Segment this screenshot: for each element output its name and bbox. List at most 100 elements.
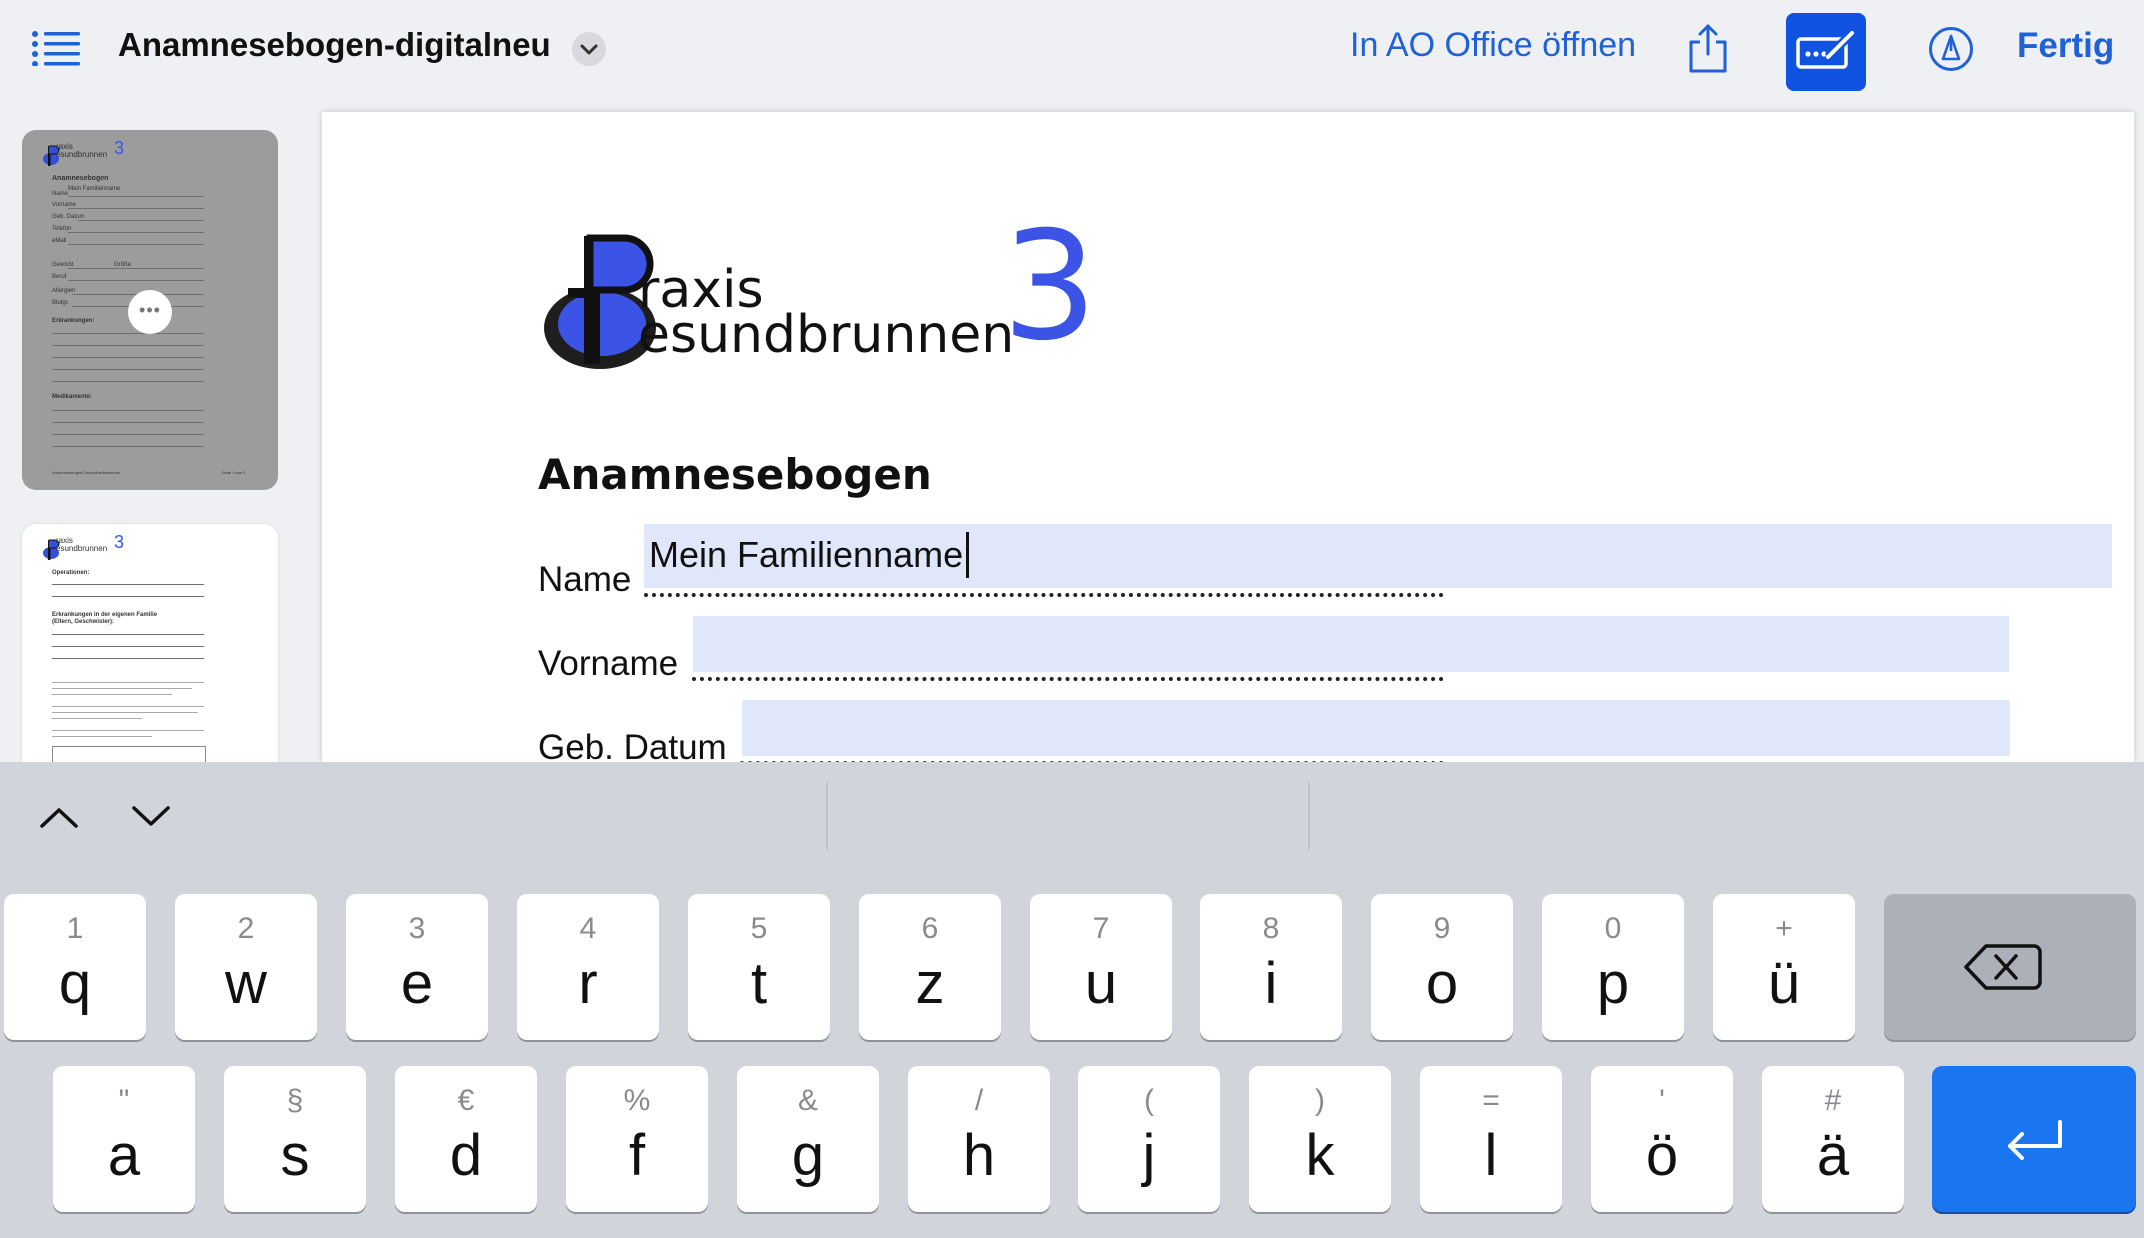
key-o[interactable]: 9o: [1371, 894, 1513, 1040]
key-t[interactable]: 5t: [688, 894, 830, 1040]
name-dotted-line: [644, 590, 1444, 597]
suggestion-divider: [1308, 782, 1310, 850]
thumb-line: [52, 634, 204, 635]
logo-number: 3: [1002, 200, 1098, 374]
key-l[interactable]: = l: [1420, 1066, 1562, 1212]
backspace-icon: [1964, 944, 2042, 990]
thumb-line: [68, 280, 204, 281]
onscreen-keyboard: 1q 2w 3e 4r 5t 6z 7u 8i 9o 0p + ü " a § s €…: [0, 762, 2144, 1238]
key-h[interactable]: / h: [908, 1066, 1050, 1212]
backspace-key[interactable]: [1884, 894, 2136, 1040]
name-label: Name: [538, 560, 632, 599]
thumb-line-label: Beruf: [52, 274, 67, 280]
thumb-text-line: [52, 682, 204, 683]
key-label: p: [1596, 951, 1630, 1016]
thumb-line: [52, 584, 204, 585]
chevron-down-icon: [580, 44, 598, 55]
key-alt-label: 6: [921, 912, 939, 945]
key-a[interactable]: " a: [53, 1066, 195, 1212]
key-alt-label: %: [623, 1084, 651, 1117]
document-title[interactable]: Anamnesebogen-digitalneu: [118, 26, 551, 64]
thumb-section-label: (Eltern, Geschwister):: [52, 619, 115, 625]
thumb-section-label: Erkrankungen in der eigenen Familie: [52, 612, 158, 618]
key-alt-label: 8: [1262, 912, 1280, 945]
thumb-name-value: Mein Familienname: [68, 186, 121, 192]
key-ue[interactable]: + ü: [1713, 894, 1855, 1040]
document-page: raxis esundbrunnen 3 Anamnesebogen Name …: [322, 112, 2134, 762]
keyboard-pencil-icon: [1796, 29, 1856, 69]
key-u[interactable]: 7u: [1030, 894, 1172, 1040]
markup-toggle-button[interactable]: [1786, 13, 1866, 91]
key-ae[interactable]: # ä: [1762, 1066, 1904, 1212]
key-s[interactable]: § s: [224, 1066, 366, 1212]
key-p[interactable]: 0p: [1542, 894, 1684, 1040]
key-label: a: [107, 1123, 141, 1188]
key-oe[interactable]: ' ö: [1591, 1066, 1733, 1212]
thumb-line: [52, 369, 204, 370]
key-alt-label: 1: [66, 912, 84, 945]
thumb-line: [78, 220, 204, 221]
key-label: l: [1484, 1123, 1498, 1188]
key-label: j: [1142, 1123, 1156, 1188]
key-label: w: [225, 951, 267, 1016]
return-key[interactable]: [1932, 1066, 2136, 1212]
thumb-line: [52, 422, 204, 423]
thumb-logo-number: 3: [114, 138, 125, 158]
thumb-line: [52, 446, 204, 447]
key-label: i: [1264, 951, 1278, 1016]
key-j[interactable]: (j: [1078, 1066, 1220, 1212]
thumb-line: [68, 268, 204, 269]
thumb-line-label: Name: [52, 191, 69, 197]
done-button[interactable]: Fertig: [2017, 26, 2114, 66]
thumb-line-label: eMail: [52, 238, 67, 244]
key-alt-label: §: [286, 1084, 304, 1117]
page-thumbnail-2[interactable]: raxis esundbrunnen 3 Operationen: Erkran…: [22, 524, 278, 764]
thumb-text-line: [52, 712, 198, 713]
key-label: h: [962, 1123, 996, 1188]
key-q[interactable]: 1q: [4, 894, 146, 1040]
page-thumbnail-1[interactable]: raxis esundbrunnen 3 Anamnesebogen Mein …: [22, 130, 278, 490]
thumb-line: [52, 357, 204, 358]
key-alt-label: 5: [750, 912, 768, 945]
key-alt-label: 4: [579, 912, 597, 945]
thumb-logo-number: 3: [114, 532, 125, 552]
vorname-dotted-line: [692, 674, 1444, 681]
key-z[interactable]: 6z: [859, 894, 1001, 1040]
key-alt-label: ': [1659, 1084, 1665, 1117]
key-e[interactable]: 3e: [346, 894, 488, 1040]
key-alt-label: =: [1482, 1084, 1500, 1117]
key-r[interactable]: 4r: [517, 894, 659, 1040]
suggestion-divider: [826, 782, 828, 850]
birthdate-field[interactable]: [742, 700, 2010, 756]
thumb-line: [52, 381, 204, 382]
vorname-field[interactable]: [693, 616, 2009, 672]
thumbnail-more-button[interactable]: •••: [128, 290, 172, 334]
share-icon[interactable]: [1686, 22, 1730, 74]
thumb-section-label: Operationen:: [52, 570, 90, 576]
key-label: q: [58, 951, 92, 1016]
key-i[interactable]: 8i: [1200, 894, 1342, 1040]
key-w[interactable]: 2w: [175, 894, 317, 1040]
name-field-value: Mein Familienname: [649, 534, 964, 575]
key-label: o: [1425, 951, 1459, 1016]
thumb-line: [52, 345, 204, 346]
key-alt-label: 2: [237, 912, 255, 945]
key-alt-label: €: [457, 1084, 475, 1117]
thumb-footer-left: Anamnesebogen Gesundheitszentrum: [52, 470, 121, 475]
pen-tip-icon[interactable]: [1928, 26, 1974, 72]
thumb-footer-right: Seite 1 von 2: [222, 470, 246, 475]
key-f[interactable]: % f: [566, 1066, 708, 1212]
sidebar-list-icon[interactable]: [32, 30, 80, 66]
key-label: d: [449, 1123, 483, 1188]
open-in-app-link[interactable]: In AO Office öffnen: [1350, 26, 1636, 65]
key-d[interactable]: € d: [395, 1066, 537, 1212]
thumb-line: [52, 596, 204, 597]
chevron-up-icon[interactable]: [38, 802, 80, 832]
key-k[interactable]: ) k: [1249, 1066, 1391, 1212]
title-menu-button[interactable]: [572, 32, 606, 66]
thumb-text-line: [52, 706, 204, 707]
key-g[interactable]: & g: [737, 1066, 879, 1212]
more-dots-icon: •••: [139, 300, 161, 320]
logo-word-2: esundbrunnen: [638, 305, 1015, 365]
chevron-down-icon[interactable]: [130, 802, 172, 832]
